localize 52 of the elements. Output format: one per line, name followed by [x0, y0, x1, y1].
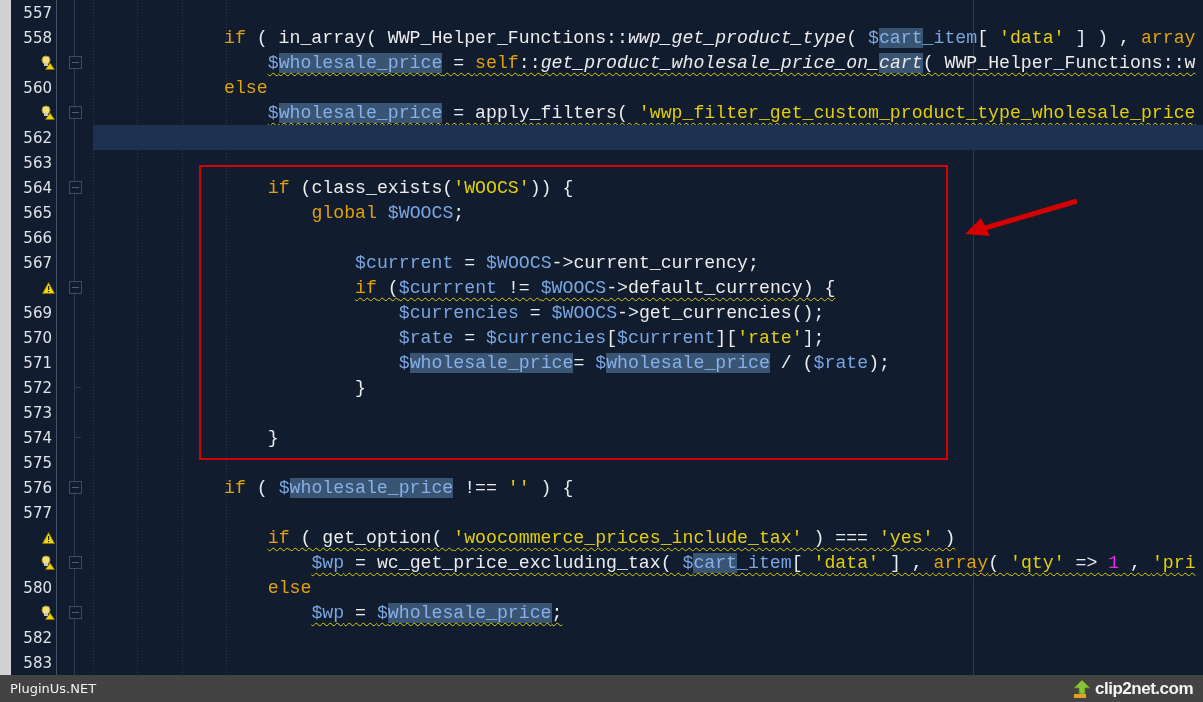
line-number: 583 — [23, 653, 52, 672]
fold-toggle[interactable] — [68, 56, 82, 69]
line-number: 580 — [23, 578, 52, 597]
code-line: $wholesale_price = self::get_product_wholesale_price_on_cart( WWP_Helper_Functions::w — [267, 51, 1196, 74]
fold-toggle[interactable] — [68, 281, 82, 294]
line-number: 564 — [23, 178, 52, 197]
fold-toggle[interactable] — [68, 481, 82, 494]
line-number: 569 — [23, 303, 52, 322]
line-number: 565 — [23, 203, 52, 222]
line-number: 567 — [23, 253, 52, 272]
code-line: if ( get_option( 'woocommerce_prices_include_tax' ) === 'yes' ) — [267, 526, 956, 549]
code-line: $wp = wc_get_price_excluding_tax( $cart_item[ 'data' ] , array( 'qty' => 1 , 'pri — [311, 551, 1196, 574]
fold-toggle[interactable] — [68, 106, 82, 119]
line-number: 573 — [23, 403, 52, 422]
code-line: if (class_exists('WOOCS')) { — [267, 176, 574, 199]
line-number: 576 — [23, 478, 52, 497]
lightbulb-warning-icon[interactable] — [41, 555, 55, 570]
code-line: $wholesale_price= $wholesale_price / ($rate); — [398, 351, 890, 374]
caption: PluginUs.NET — [10, 681, 97, 696]
line-number: 557 — [23, 3, 52, 22]
code-line: else — [267, 576, 312, 599]
code-line: } — [267, 426, 279, 449]
code-line: } — [355, 376, 366, 399]
fold-toggle[interactable] — [68, 556, 82, 569]
line-number: 574 — [23, 428, 52, 447]
fold-toggle[interactable] — [68, 181, 82, 194]
line-number: 570 — [23, 328, 52, 347]
line-number: 558 — [23, 28, 52, 47]
line-number: 566 — [23, 228, 52, 247]
logo: clip2net.com — [1095, 678, 1193, 699]
warning-icon[interactable] — [42, 282, 55, 294]
code-line: $currrent = $WOOCS->current_currency; — [355, 251, 759, 274]
line-number: 582 — [23, 628, 52, 647]
code-line: $currencies = $WOOCS->get_currencies(); — [398, 301, 825, 324]
code-line: $rate = $currencies[$currrent]['rate']; — [398, 326, 825, 349]
line-number: 572 — [23, 378, 52, 397]
upload-arrow-icon — [1072, 678, 1093, 699]
lightbulb-warning-icon[interactable] — [41, 605, 55, 620]
line-number: 571 — [23, 353, 52, 372]
fold-toggle[interactable] — [68, 606, 82, 619]
lightbulb-warning-icon[interactable] — [41, 55, 55, 70]
code-line: else — [224, 76, 268, 99]
line-number: 575 — [23, 453, 52, 472]
line-number: 563 — [23, 153, 52, 172]
code-line: global $WOOCS; — [311, 201, 465, 224]
line-number: 562 — [23, 128, 52, 147]
code-line: if ($currrent != $WOOCS->default_currency) { — [355, 276, 836, 299]
line-number: 577 — [23, 503, 52, 522]
line-number: 560 — [23, 78, 52, 97]
warning-icon[interactable] — [42, 532, 55, 544]
lightbulb-warning-icon[interactable] — [41, 105, 55, 120]
code-line: $wholesale_price = apply_filters( 'wwp_filter_get_custom_product_type_wholesale_price — [267, 101, 1196, 124]
